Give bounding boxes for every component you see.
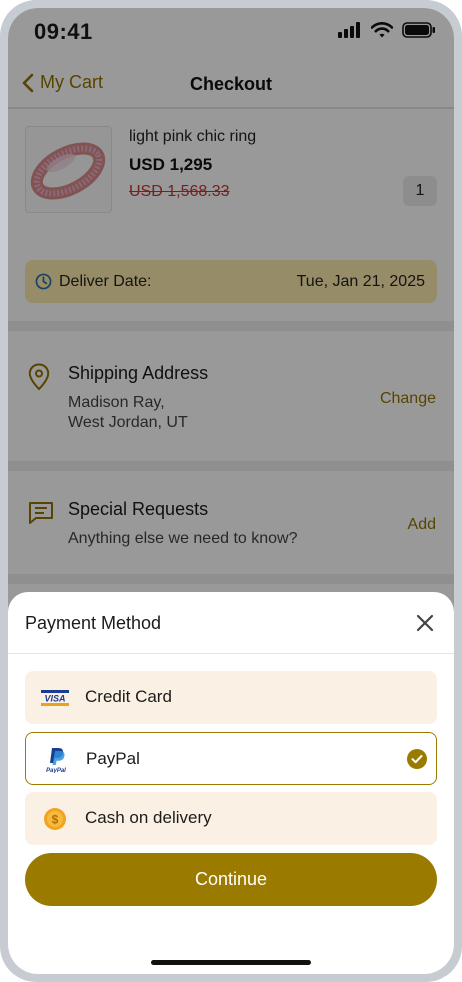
checkmark-icon xyxy=(407,749,427,769)
coin-icon: $ xyxy=(41,807,69,831)
device-frame: 09:41 My Cart Checkout light pink chic r… xyxy=(0,0,462,982)
paypal-icon: PayPal xyxy=(42,748,70,773)
visa-icon: VISA xyxy=(41,686,69,710)
payment-option-label: Credit Card xyxy=(85,687,172,706)
sheet-divider xyxy=(8,653,454,654)
payment-option-paypal[interactable]: PayPal PayPal xyxy=(25,732,437,785)
payment-option-label: PayPal xyxy=(86,749,140,768)
close-icon[interactable] xyxy=(414,612,436,634)
sheet-title: Payment Method xyxy=(25,613,162,633)
home-indicator xyxy=(151,960,311,965)
payment-option-label: Cash on delivery xyxy=(85,808,212,827)
payment-method-sheet: Payment Method VISA Credit Card PayPal P… xyxy=(8,592,454,974)
svg-text:PayPal: PayPal xyxy=(46,768,66,773)
svg-text:VISA: VISA xyxy=(44,694,65,704)
payment-option-cash[interactable]: $ Cash on delivery xyxy=(25,792,437,845)
svg-text:$: $ xyxy=(52,813,59,827)
continue-button[interactable]: Continue xyxy=(25,853,437,906)
screen: 09:41 My Cart Checkout light pink chic r… xyxy=(8,8,454,974)
payment-option-credit-card[interactable]: VISA Credit Card xyxy=(25,671,437,724)
